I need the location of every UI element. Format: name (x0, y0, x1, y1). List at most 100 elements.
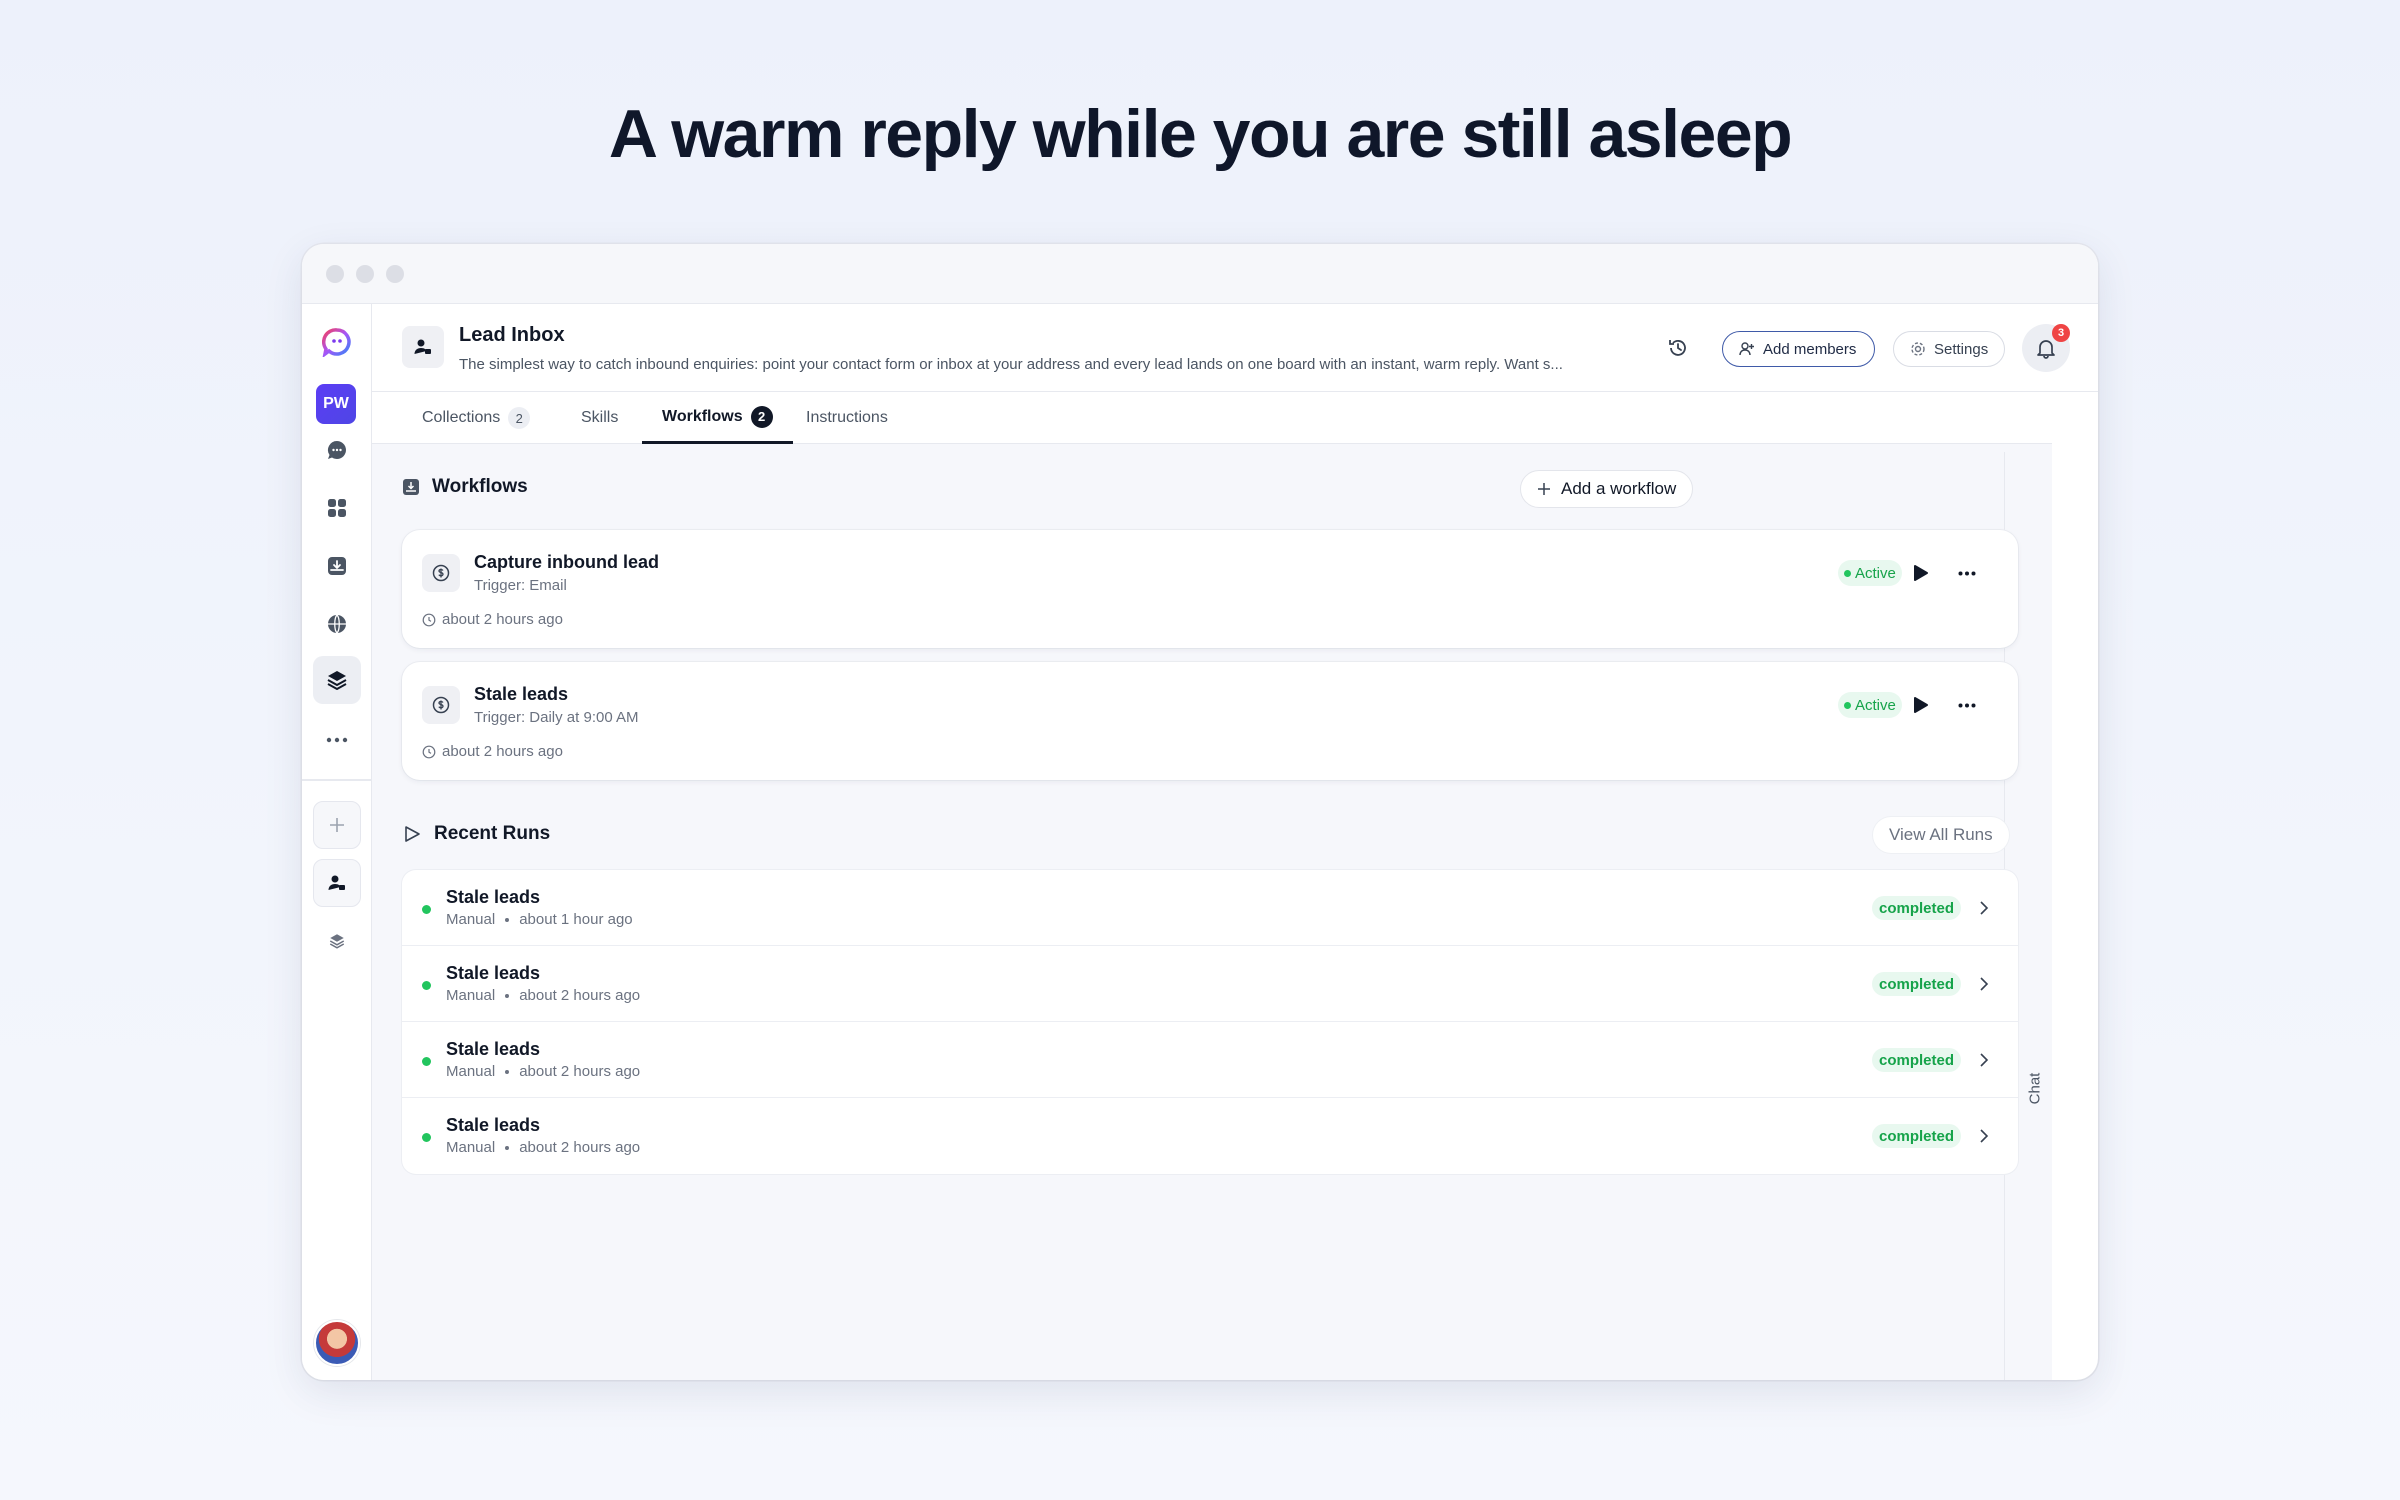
status-label: Active (1855, 696, 1896, 714)
run-time: about 1 hour ago (519, 911, 633, 928)
meta-separator (505, 1069, 510, 1074)
status-badge: Active (1838, 560, 1902, 586)
workflow-name: Capture inbound lead (474, 552, 660, 572)
notification-badge: 3 (2052, 324, 2070, 342)
inbox-icon[interactable] (313, 542, 361, 590)
page-headline: A warm reply while you are still asleep (608, 96, 1793, 172)
bell-icon (2037, 340, 2055, 359)
layers-icon[interactable] (313, 656, 361, 704)
run-mode: Manual (446, 987, 496, 1004)
run-workflow-button[interactable] (1908, 560, 1934, 586)
workflow-trigger: Trigger: Daily at 9:00 AM (474, 709, 639, 726)
run-row[interactable]: Stale leads Manual about 2 hours ago com… (402, 1022, 2018, 1098)
recent-runs-title: Recent Runs (434, 823, 551, 844)
tab-skills[interactable]: Skills (561, 392, 638, 444)
play-icon (1914, 565, 1928, 581)
meta-separator (505, 993, 510, 998)
chevron-right-icon[interactable] (1972, 1048, 1996, 1072)
tab-instructions[interactable]: Instructions (786, 392, 908, 444)
status-label: Active (1855, 564, 1896, 582)
status-dot (1844, 701, 1851, 709)
chevron-right-icon[interactable] (1972, 1124, 1996, 1148)
run-time: about 2 hours ago (519, 987, 641, 1004)
run-workflow-button[interactable] (1908, 692, 1934, 718)
chat-panel-label: Chat (2026, 1072, 2044, 1105)
add-members-label: Add members (1763, 340, 1857, 358)
user-avatar[interactable] (314, 1320, 360, 1366)
workflows-title: Workflows (432, 476, 528, 497)
run-meta: Manual about 2 hours ago (446, 1139, 640, 1156)
recent-runs-section-title: Recent Runs (402, 823, 550, 845)
workflow-icon (403, 479, 419, 495)
tab-count: 2 (508, 407, 531, 429)
workflow-time: about 2 hours ago (422, 743, 563, 760)
chevron-right-icon[interactable] (1972, 896, 1996, 920)
run-row[interactable]: Stale leads Manual about 2 hours ago com… (402, 1098, 2018, 1174)
sidebar: PW (302, 304, 372, 1380)
view-all-runs-button[interactable]: View All Runs (1873, 817, 2009, 853)
grid-icon[interactable] (313, 484, 361, 532)
recent-runs-list: Stale leads Manual about 1 hour ago comp… (402, 870, 2018, 1174)
chevron-right-icon[interactable] (1972, 972, 1996, 996)
run-status-dot (422, 981, 431, 990)
tab-label: Skills (581, 409, 619, 426)
plus-icon (1538, 483, 1550, 495)
run-status-dot (422, 1133, 431, 1142)
add-members-button[interactable]: Add members (1722, 331, 1876, 367)
tab-workflows[interactable]: Workflows 2 (642, 392, 793, 444)
workflow-time: about 2 hours ago (422, 611, 563, 628)
tab-collections[interactable]: Collections 2 (402, 392, 550, 444)
workflow-menu-button[interactable] (1952, 560, 1982, 586)
page-header: Lead Inbox The simplest way to catch inb… (372, 304, 2098, 392)
workflow-name: Stale leads (474, 684, 569, 704)
globe-icon[interactable] (313, 600, 361, 648)
run-name: Stale leads (446, 1039, 541, 1059)
status-badge: Active (1838, 692, 1902, 718)
run-status-dot (422, 905, 431, 914)
add-workflow-button[interactable]: Add a workflow (1520, 470, 1694, 508)
meta-separator (505, 917, 510, 922)
workflow-trigger: Trigger: Email (474, 577, 567, 594)
add-icon[interactable] (313, 801, 361, 849)
history-icon[interactable] (1664, 334, 1692, 362)
chat-icon[interactable] (313, 426, 361, 474)
page-title: Lead Inbox (459, 324, 565, 346)
window-minimize-dot[interactable] (356, 265, 374, 283)
workflow-card[interactable]: Stale leads Trigger: Daily at 9:00 AM ab… (402, 662, 2018, 780)
more-icon[interactable] (313, 716, 361, 764)
run-time: about 2 hours ago (519, 1139, 641, 1156)
lead-inbox-icon[interactable] (313, 859, 361, 907)
run-status-badge: completed (1872, 1124, 1962, 1148)
run-row[interactable]: Stale leads Manual about 1 hour ago comp… (402, 870, 2018, 946)
stack-icon[interactable] (313, 917, 361, 965)
workflows-section-title: Workflows (402, 476, 528, 498)
run-meta: Manual about 2 hours ago (446, 987, 640, 1004)
clock-icon (422, 745, 436, 758)
workflow-time-text: about 2 hours ago (442, 743, 563, 760)
tab-label: Workflows (662, 407, 743, 425)
window-maximize-dot[interactable] (386, 265, 404, 283)
tab-bar: Collections 2 Skills Workflows 2 Instruc… (372, 392, 2052, 444)
meta-separator (505, 1145, 510, 1150)
workflow-time-text: about 2 hours ago (442, 611, 563, 628)
run-status-badge: completed (1872, 972, 1962, 996)
run-meta: Manual about 2 hours ago (446, 1063, 640, 1080)
workspace-avatar[interactable]: PW (316, 384, 356, 424)
add-user-icon (1739, 342, 1754, 356)
logo-icon[interactable] (313, 318, 361, 366)
run-mode: Manual (446, 1139, 496, 1156)
run-mode: Manual (446, 911, 496, 928)
notifications-button[interactable]: 3 (2022, 324, 2070, 372)
run-name: Stale leads (446, 887, 541, 907)
settings-button[interactable]: Settings (1893, 331, 2006, 367)
play-outline-icon (405, 826, 420, 842)
window-close-dot[interactable] (326, 265, 344, 283)
page-description: The simplest way to catch inbound enquir… (459, 356, 1563, 373)
run-row[interactable]: Stale leads Manual about 2 hours ago com… (402, 946, 2018, 1022)
more-icon (1958, 703, 1976, 707)
run-status-badge: completed (1872, 1048, 1962, 1072)
run-name: Stale leads (446, 963, 541, 983)
email-trigger-icon (422, 554, 460, 592)
workflow-card[interactable]: Capture inbound lead Trigger: Email abou… (402, 530, 2018, 648)
workflow-menu-button[interactable] (1952, 692, 1982, 718)
